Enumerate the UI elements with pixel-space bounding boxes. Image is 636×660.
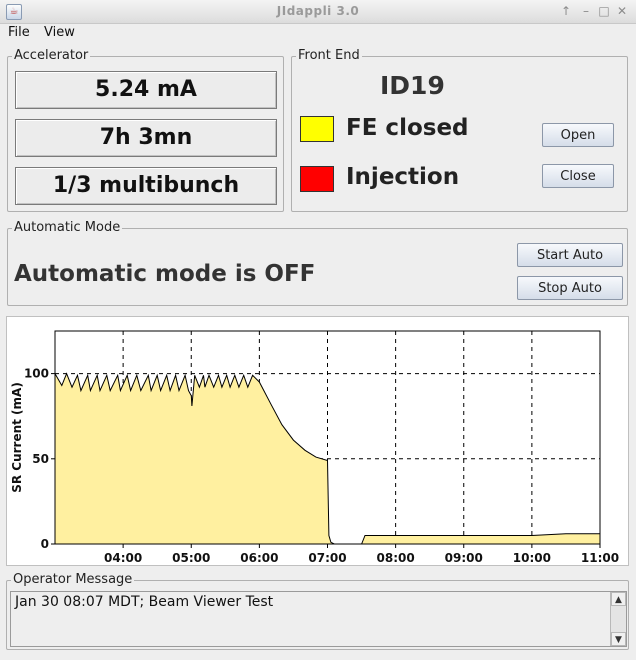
- y-axis-label: SR Current (mA): [10, 382, 24, 493]
- beamline-name: ID19: [380, 71, 445, 100]
- restore-icon[interactable]: –: [578, 3, 594, 19]
- scroll-down-icon[interactable]: ▼: [611, 632, 626, 646]
- scroll-up-icon[interactable]: ▲: [611, 592, 626, 606]
- maximize-icon[interactable]: □: [596, 3, 612, 19]
- x-tick-label: 06:00: [240, 551, 278, 565]
- front-end-title: Front End: [296, 48, 362, 63]
- window-title: JIdappli 3.0: [276, 4, 360, 18]
- x-tick-label: 10:00: [513, 551, 551, 565]
- menu-bar: File View: [0, 24, 636, 44]
- fe-status-led: [300, 116, 334, 142]
- start-auto-button[interactable]: Start Auto: [517, 243, 623, 267]
- open-button[interactable]: Open: [542, 123, 614, 147]
- x-tick-label: 11:00: [581, 551, 619, 565]
- injection-led: [300, 166, 334, 192]
- y-tick-label: 50: [32, 452, 49, 466]
- x-tick-label: 08:00: [377, 551, 415, 565]
- automatic-mode-status: Automatic mode is OFF: [14, 261, 316, 287]
- window-titlebar[interactable]: ☕ JIdappli 3.0 ↑ – □ ✕: [0, 0, 636, 24]
- x-tick-label: 09:00: [445, 551, 483, 565]
- message-scrollbar[interactable]: ▲ ▼: [610, 592, 626, 646]
- sr-current-chart-panel: 04:00 05:00 06:00 07:00 08:00 09:00 10:00 11:00…: [6, 316, 629, 566]
- menu-view[interactable]: View: [44, 25, 75, 40]
- sr-current-chart: 04:00 05:00 06:00 07:00 08:00 09:00 10:00 11:00…: [10, 330, 619, 565]
- filling-mode-display: 1/3 multibunch: [15, 167, 277, 205]
- automatic-mode-panel: Automatic Mode Automatic mode is OFF Sta…: [7, 220, 628, 306]
- y-tick-label: 100: [24, 367, 49, 381]
- stop-auto-button[interactable]: Stop Auto: [517, 276, 623, 300]
- close-button[interactable]: Close: [542, 164, 614, 188]
- injection-label: Injection: [346, 164, 460, 190]
- accelerator-panel: Accelerator 5.24 mA 7h 3mn 1/3 multibunc…: [7, 48, 284, 212]
- x-tick-label: 04:00: [104, 551, 142, 565]
- operator-message-panel: Operator Message Jan 30 08:07 MDT; Beam …: [6, 572, 629, 650]
- fe-status-label: FE closed: [346, 115, 469, 141]
- y-tick-label: 0: [41, 537, 49, 551]
- operator-message-text: Jan 30 08:07 MDT; Beam Viewer Test: [15, 594, 274, 610]
- operator-message-title: Operator Message: [11, 572, 135, 587]
- front-end-panel: Front End ID19 FE closed Injection Open …: [291, 48, 628, 212]
- close-window-icon[interactable]: ✕: [614, 3, 630, 19]
- accelerator-title: Accelerator: [12, 48, 91, 63]
- menu-file[interactable]: File: [8, 25, 30, 40]
- operator-message-area[interactable]: Jan 30 08:07 MDT; Beam Viewer Test ▲ ▼: [10, 591, 627, 647]
- automatic-mode-title: Automatic Mode: [12, 220, 123, 235]
- minimize-icon[interactable]: ↑: [558, 3, 574, 19]
- x-tick-label: 07:00: [308, 551, 346, 565]
- x-tick-label: 05:00: [172, 551, 210, 565]
- lifetime-display: 7h 3mn: [15, 119, 277, 157]
- beam-current-display: 5.24 mA: [15, 71, 277, 109]
